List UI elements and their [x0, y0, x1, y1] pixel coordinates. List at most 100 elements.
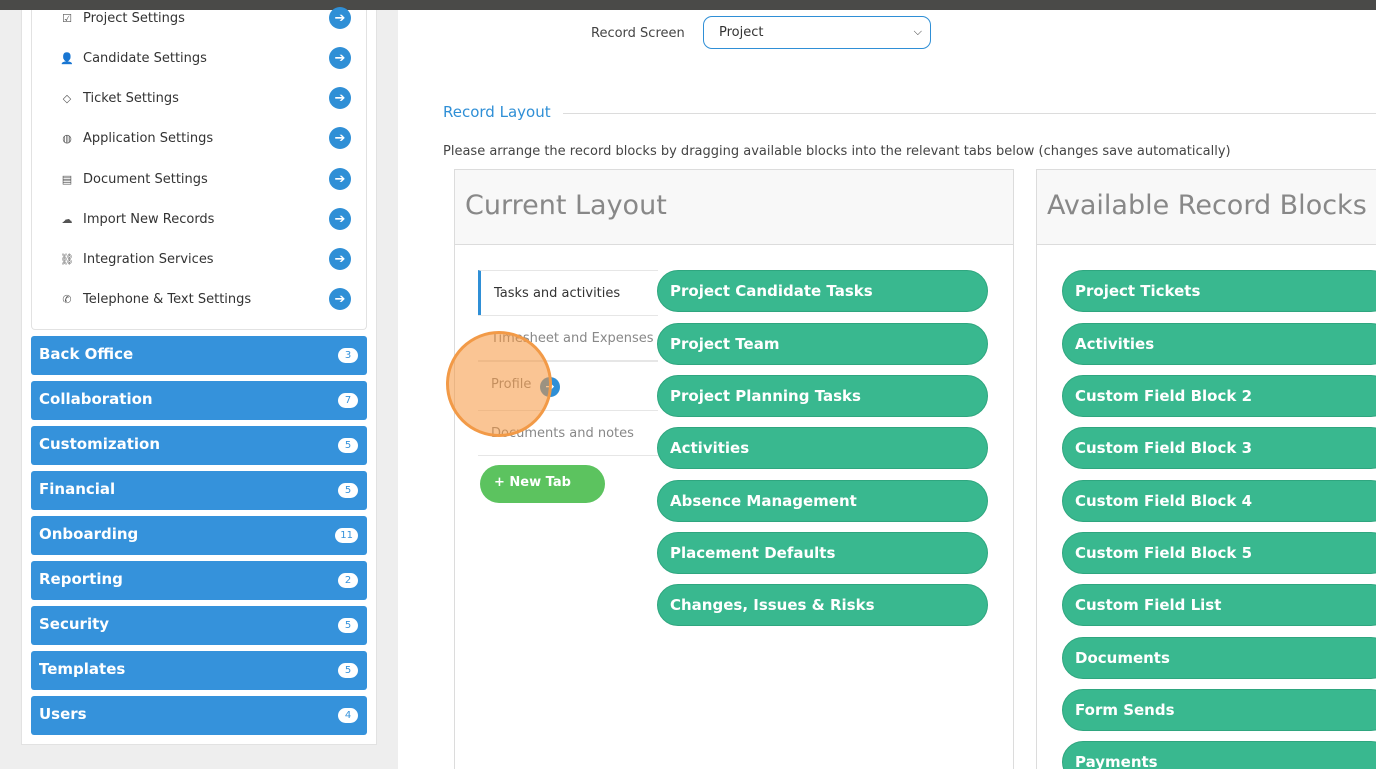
settings-link-document[interactable]: ▤ Document Settings ➔ [32, 159, 366, 199]
current-block[interactable]: Placement Defaults [657, 532, 988, 574]
block-label: Absence Management [670, 492, 857, 510]
count-badge: 5 [338, 663, 358, 678]
tab-profile[interactable]: Profile ➔ [478, 361, 658, 411]
available-block[interactable]: Custom Field Block 3 [1062, 427, 1376, 469]
arrow-right-icon[interactable]: ➔ [329, 87, 351, 109]
available-block[interactable]: Documents [1062, 637, 1376, 679]
nav-section-onboarding[interactable]: Onboarding 11 [31, 516, 367, 555]
block-label: Activities [1075, 335, 1155, 353]
current-block[interactable]: Project Team [657, 323, 988, 365]
available-block[interactable]: Activities [1062, 323, 1376, 365]
count-badge: 5 [338, 618, 358, 633]
count-badge: 5 [338, 438, 358, 453]
arrow-right-icon[interactable]: ➔ [329, 288, 351, 310]
settings-link-label: Project Settings [83, 10, 185, 26]
block-label: Project Team [670, 335, 780, 353]
record-screen-value: Project [719, 25, 764, 40]
link-icon: ⛓ [60, 252, 74, 266]
users-icon: 👤 [60, 51, 74, 65]
block-label: Custom Field Block 2 [1075, 387, 1253, 405]
globe-icon: ◍ [62, 131, 72, 145]
nav-section-label: Collaboration [39, 390, 153, 408]
nav-section-label: Users [39, 705, 87, 723]
available-block[interactable]: Custom Field Block 5 [1062, 532, 1376, 574]
settings-link-label: Document Settings [83, 171, 208, 187]
block-label: Custom Field Block 4 [1075, 492, 1253, 510]
settings-sidebar: ☑ Project Settings ➔ 👤 Candidate Setting… [0, 7, 398, 769]
arrow-right-icon[interactable]: ➔ [329, 248, 351, 270]
arrow-right-icon[interactable]: ➔ [329, 208, 351, 230]
settings-link-telephone[interactable]: ✆ Telephone & Text Settings ➔ [32, 279, 366, 319]
record-screen-select[interactable]: Project ⌵ [703, 16, 931, 49]
tab-documents-and-notes[interactable]: Documents and notes [478, 410, 658, 456]
current-block[interactable]: Project Planning Tasks [657, 375, 988, 417]
arrow-right-icon[interactable]: ➔ [329, 168, 351, 190]
nav-section-customization[interactable]: Customization 5 [31, 426, 367, 465]
block-label: Custom Field Block 5 [1075, 544, 1253, 562]
nav-section-label: Reporting [39, 570, 123, 588]
current-block[interactable]: Changes, Issues & Risks [657, 584, 988, 626]
tab-label: Timesheet and Expenses [491, 331, 654, 346]
block-label: Activities [670, 439, 750, 457]
block-label: Project Tickets [1075, 282, 1201, 300]
arrow-right-icon[interactable]: ➔ [329, 127, 351, 149]
current-block[interactable]: Activities [657, 427, 988, 469]
current-block[interactable]: Absence Management [657, 480, 988, 522]
settings-link-project[interactable]: ☑ Project Settings ➔ [32, 0, 366, 38]
chevron-down-icon: ⌵ [913, 25, 922, 38]
count-badge: 5 [338, 483, 358, 498]
block-label: Payments [1075, 753, 1158, 769]
tab-tasks-and-activities[interactable]: Tasks and activities [478, 270, 658, 316]
nav-section-reporting[interactable]: Reporting 2 [31, 561, 367, 600]
nav-section-collaboration[interactable]: Collaboration 7 [31, 381, 367, 420]
count-badge: 11 [335, 528, 358, 543]
available-block[interactable]: Custom Field Block 4 [1062, 480, 1376, 522]
available-block[interactable]: Payments [1062, 741, 1376, 769]
settings-link-ticket[interactable]: ◇ Ticket Settings ➔ [32, 78, 366, 118]
arrow-right-icon[interactable]: ➔ [540, 377, 560, 397]
settings-link-application[interactable]: ◍ Application Settings ➔ [32, 118, 366, 158]
nav-section-security[interactable]: Security 5 [31, 606, 367, 645]
settings-link-candidate[interactable]: 👤 Candidate Settings ➔ [32, 38, 366, 78]
new-tab-button[interactable]: + New Tab [480, 465, 605, 503]
settings-link-label: Candidate Settings [83, 50, 207, 66]
current-block[interactable]: Project Candidate Tasks [657, 270, 988, 312]
settings-link-label: Integration Services [83, 251, 214, 267]
available-blocks-title: Available Record Blocks [1047, 190, 1367, 221]
panel-header: Available Record Blocks [1037, 170, 1376, 245]
block-label: Changes, Issues & Risks [670, 596, 875, 614]
available-block[interactable]: Custom Field List [1062, 584, 1376, 626]
settings-link-integration[interactable]: ⛓ Integration Services ➔ [32, 239, 366, 279]
new-tab-label: + New Tab [494, 475, 571, 490]
settings-link-label: Import New Records [83, 211, 215, 227]
available-block[interactable]: Project Tickets [1062, 270, 1376, 312]
nav-section-label: Back Office [39, 345, 134, 363]
document-icon: ▤ [61, 172, 73, 186]
nav-section-back-office[interactable]: Back Office 3 [31, 336, 367, 375]
arrow-right-icon[interactable]: ➔ [329, 47, 351, 69]
settings-link-label: Application Settings [83, 130, 214, 146]
arrow-right-icon[interactable]: ➔ [329, 7, 351, 29]
tab-timesheet-and-expenses[interactable]: Timesheet and Expenses [478, 315, 658, 361]
tab-label: Documents and notes [491, 426, 634, 441]
section-divider [563, 113, 1376, 114]
block-label: Placement Defaults [670, 544, 836, 562]
available-block[interactable]: Form Sends [1062, 689, 1376, 731]
tab-label: Profile [491, 377, 532, 392]
available-blocks-panel: Available Record Blocks [1036, 169, 1376, 769]
count-badge: 3 [338, 348, 358, 363]
available-block[interactable]: Custom Field Block 2 [1062, 375, 1376, 417]
tag-icon: ◇ [62, 91, 72, 105]
settings-link-import[interactable]: ☁ Import New Records ➔ [32, 199, 366, 239]
count-badge: 7 [338, 393, 358, 408]
upload-cloud-icon: ☁ [61, 212, 73, 226]
count-badge: 2 [338, 573, 358, 588]
nav-section-templates[interactable]: Templates 5 [31, 651, 367, 690]
nav-section-label: Security [39, 615, 110, 633]
block-label: Form Sends [1075, 701, 1175, 719]
nav-section-label: Financial [39, 480, 116, 498]
count-badge: 4 [338, 708, 358, 723]
nav-section-users[interactable]: Users 4 [31, 696, 367, 735]
tab-label: Tasks and activities [494, 286, 621, 301]
nav-section-financial[interactable]: Financial 5 [31, 471, 367, 510]
